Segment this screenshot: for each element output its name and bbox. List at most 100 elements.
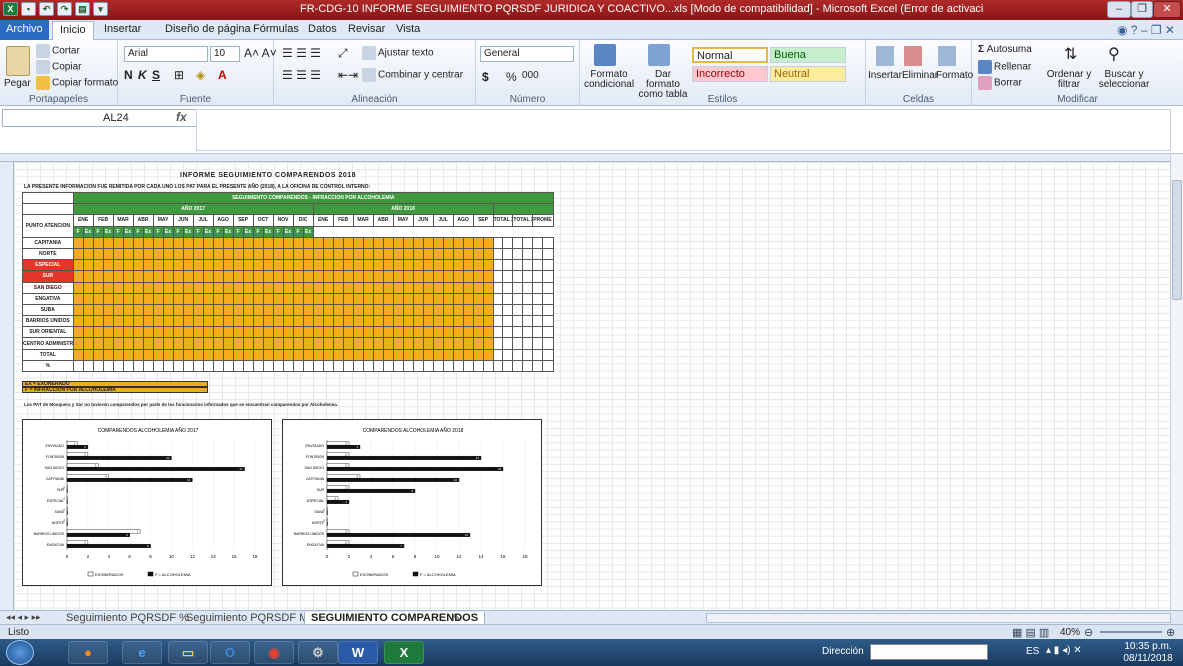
font-color-icon[interactable]: A — [218, 68, 227, 82]
worksheet[interactable]: INFORME SEGUIMIENTO COMPARENDOS 2018 LA … — [0, 154, 1170, 610]
clear-button[interactable]: Borrar — [978, 76, 1022, 90]
minimize-button[interactable]: – — [1107, 1, 1131, 18]
merge-center-button[interactable]: Combinar y centrar — [362, 68, 463, 82]
sheet-tab-pqrsdf-mes[interactable]: Seguimiento PQRSDF Mes — [186, 612, 320, 624]
font-name-combo[interactable]: Arial — [124, 46, 208, 62]
word-icon[interactable]: W — [338, 641, 378, 664]
sub-header: Ex — [82, 225, 94, 238]
tab-home[interactable]: Inicio — [52, 21, 94, 40]
style-good[interactable]: Buena — [770, 47, 846, 63]
bold-button[interactable]: N — [124, 68, 133, 82]
print-preview-icon[interactable]: ▤ — [75, 2, 90, 16]
chart-2017[interactable]: COMPARENDOS ALCOHOLEMIA AÑO 2017 0 2 4 6 8 10 1… — [22, 419, 272, 586]
number-label: Número — [509, 94, 546, 105]
delete-cells-button[interactable]: Eliminar — [902, 70, 938, 81]
fill-color-icon[interactable]: ◈ — [196, 68, 205, 82]
maximize-button[interactable]: ❐ — [1131, 1, 1153, 18]
address-input[interactable] — [870, 644, 988, 660]
sub-header: F — [132, 225, 144, 238]
paste-icon[interactable] — [6, 46, 30, 76]
font-size-combo[interactable]: 10 — [210, 46, 240, 62]
percent-button[interactable]: % — [506, 70, 517, 84]
start-button[interactable] — [6, 640, 34, 665]
firefox-icon[interactable]: ● — [68, 641, 108, 664]
scroll-thumb[interactable] — [1172, 180, 1182, 300]
style-neutral[interactable]: Neutral — [770, 66, 846, 82]
grow-font-icon[interactable]: A˄ A˅ — [244, 46, 277, 60]
wrap-text-button[interactable]: Ajustar texto — [362, 46, 434, 60]
underline-button[interactable]: S — [152, 68, 160, 82]
chrome-icon[interactable]: ◉ — [254, 641, 294, 664]
chart-2018[interactable]: COMPARENDOS ALCOHOLEMIA AÑO 2018 0 2 4 6 8 10 1… — [282, 419, 542, 586]
sheet-tab-pqrsdf-percent[interactable]: Seguimiento PQRSDF % — [66, 612, 189, 624]
thousands-button[interactable]: 000 — [522, 70, 539, 81]
sort-filter-button[interactable]: Ordenar y filtrar — [1044, 70, 1094, 90]
data-cell — [382, 303, 394, 317]
paste-button[interactable]: Pegar — [4, 78, 31, 89]
zoom-out-icon[interactable]: ⊖ — [1084, 626, 1093, 639]
tab-data[interactable]: Datos — [308, 23, 337, 35]
currency-button[interactable]: $ — [482, 70, 489, 84]
tab-page-layout[interactable]: Diseño de página — [165, 23, 251, 35]
app-icon[interactable]: ⚙ — [298, 641, 338, 664]
name-box[interactable]: AL24 — [2, 109, 227, 127]
undo-icon[interactable]: ↶ — [39, 2, 54, 16]
tab-formulas[interactable]: Fórmulas — [253, 23, 299, 35]
scissors-icon — [36, 44, 50, 58]
tray-icons[interactable]: ▴ ▮ ◂) ✕ — [1046, 645, 1082, 656]
conditional-format-button[interactable]: Formato condicional — [584, 70, 634, 90]
tab-file[interactable]: Archivo — [0, 20, 49, 40]
language-indicator[interactable]: ES — [1026, 646, 1039, 657]
view-buttons-icon[interactable]: ▦ ▤ ▥ — [1012, 626, 1049, 639]
number-format-combo[interactable]: General — [480, 46, 574, 62]
copy-button[interactable]: Copiar — [36, 60, 81, 74]
save-icon[interactable]: ▪ — [21, 2, 36, 16]
vertical-scrollbar[interactable] — [1170, 154, 1183, 610]
style-bad[interactable]: Incorrecto — [692, 66, 768, 82]
find-select-button[interactable]: Buscar y seleccionar — [1096, 70, 1152, 90]
customize-qa-icon[interactable]: ▾ — [93, 2, 108, 16]
explorer-icon[interactable]: ▭ — [168, 641, 208, 664]
tab-review[interactable]: Revisar — [348, 23, 385, 35]
borders-icon[interactable]: ⊞ — [174, 68, 184, 82]
insert-cells-button[interactable]: Insertar — [868, 70, 902, 81]
data-cell — [362, 315, 374, 328]
align-left-icon[interactable]: ☰ ☰ ☰ — [282, 68, 321, 82]
bar — [326, 466, 504, 471]
redo-icon[interactable]: ↷ — [57, 2, 72, 16]
format-cells-button[interactable]: Formato — [936, 70, 973, 81]
data-cell — [152, 292, 164, 305]
indent-icon[interactable]: ⇤⇥ — [338, 68, 358, 82]
sheet-nav-icon[interactable]: ◂◂ ◂ ▸ ▸▸ — [6, 612, 41, 623]
data-cell — [332, 259, 344, 272]
fill-button[interactable]: Rellenar — [978, 60, 1031, 74]
sheet-tabs-bar: ◂◂ ◂ ▸ ▸▸ Seguimiento PQRSDF % Seguimien… — [0, 610, 1183, 625]
chart-2017-svg: COMPARENDOS ALCOHOLEMIA AÑO 2017 0 2 4 6 8 10 1… — [34, 427, 258, 577]
tab-insert[interactable]: Insertar — [104, 23, 141, 35]
excel-taskbar-icon[interactable]: X — [384, 641, 424, 664]
data-cell — [162, 247, 174, 261]
data-cell — [242, 259, 254, 272]
zoom-in-icon[interactable]: ⊕ — [1166, 626, 1175, 639]
outlook-icon[interactable]: O — [210, 641, 250, 664]
data-cell — [372, 303, 384, 317]
style-normal[interactable]: Normal — [692, 47, 768, 63]
orientation-icon[interactable]: ⤢ — [338, 46, 348, 61]
italic-button[interactable]: K — [138, 68, 147, 82]
align-top-icon[interactable]: ☰ ☰ ☰ — [282, 46, 321, 60]
close-button[interactable]: ✕ — [1153, 1, 1181, 18]
data-cell — [92, 337, 104, 350]
ie-icon[interactable]: e — [122, 641, 162, 664]
data-cell — [142, 337, 154, 350]
cut-button[interactable]: Cortar — [36, 44, 80, 58]
autosum-button[interactable]: Σ Autosuma — [978, 44, 1032, 55]
zoom-slider[interactable] — [1100, 631, 1162, 633]
format-painter-button[interactable]: Copiar formato — [36, 76, 118, 90]
bar — [326, 477, 460, 482]
tab-view[interactable]: Vista — [396, 23, 420, 35]
fx-icon[interactable]: fx — [176, 110, 187, 124]
data-cell — [372, 247, 384, 261]
horizontal-scrollbar[interactable] — [706, 613, 1171, 623]
formula-input[interactable] — [196, 109, 1171, 151]
help-icon[interactable]: ◉ ? – ❐ ✕ — [1117, 23, 1175, 37]
